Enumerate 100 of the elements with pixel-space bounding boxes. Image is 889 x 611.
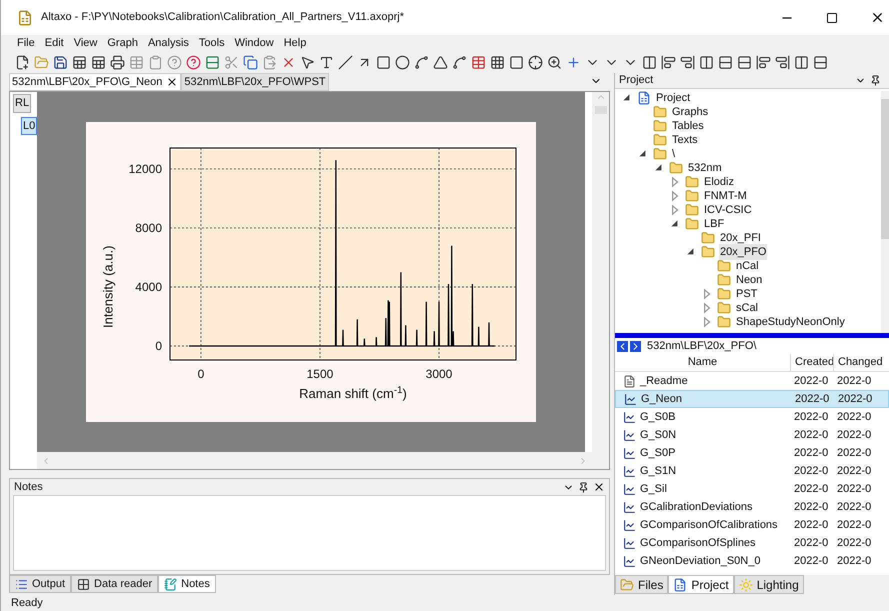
forward-icon[interactable] bbox=[630, 340, 641, 352]
frame-icon[interactable] bbox=[509, 55, 524, 70]
expand-arrow-icon[interactable] bbox=[701, 316, 713, 328]
list-row[interactable]: G_S1N 2022-0 2022-0 bbox=[615, 462, 889, 480]
maximize-icon[interactable] bbox=[826, 12, 838, 24]
layer-button[interactable]: L0 bbox=[21, 116, 38, 135]
align-icon[interactable] bbox=[718, 55, 733, 70]
new-file-icon[interactable] bbox=[15, 55, 30, 70]
menu-item[interactable]: Graph bbox=[107, 35, 138, 52]
curve-tool-icon[interactable] bbox=[414, 55, 429, 70]
pointer-icon[interactable] bbox=[300, 55, 315, 70]
column-header[interactable]: Changed bbox=[833, 354, 889, 371]
rectangle-tool-icon[interactable] bbox=[376, 55, 391, 70]
zoom-icon[interactable] bbox=[547, 55, 562, 70]
align-icon[interactable] bbox=[756, 55, 771, 70]
menu-item[interactable]: Analysis bbox=[148, 35, 189, 52]
text-tool-icon[interactable] bbox=[319, 55, 334, 70]
tree-item[interactable]: Project bbox=[655, 90, 692, 106]
align-icon[interactable] bbox=[699, 55, 714, 70]
list-row[interactable]: G_Neon 2022-0 2022-0 bbox=[615, 390, 889, 408]
close-icon[interactable] bbox=[870, 10, 885, 25]
tree-item[interactable]: Graphs bbox=[671, 104, 710, 120]
spline-tool-icon[interactable] bbox=[452, 55, 467, 70]
align-icon[interactable] bbox=[680, 55, 695, 70]
ellipse-tool-icon[interactable] bbox=[395, 55, 410, 70]
tree-item[interactable]: Tables bbox=[671, 118, 705, 134]
expand-arrow-icon[interactable] bbox=[669, 190, 681, 202]
align-icon[interactable] bbox=[794, 55, 809, 70]
menu-item[interactable]: Help bbox=[284, 35, 306, 52]
clipboard-icon[interactable] bbox=[148, 55, 163, 70]
tree-item[interactable]: \ bbox=[671, 146, 676, 162]
list-row[interactable]: _Readme 2022-0 2022-0 bbox=[615, 372, 889, 390]
table-tool-icon[interactable] bbox=[471, 55, 486, 70]
column-header[interactable]: Created bbox=[790, 354, 833, 371]
expand-arrow-icon[interactable] bbox=[701, 288, 713, 300]
menu-item[interactable]: Edit bbox=[44, 35, 64, 52]
rows-icon[interactable] bbox=[205, 55, 220, 70]
list-row[interactable]: G_Sil 2022-0 2022-0 bbox=[615, 480, 889, 498]
close-icon[interactable] bbox=[593, 481, 605, 493]
pin-icon[interactable] bbox=[870, 75, 881, 86]
tree-item[interactable]: 20x_PFI bbox=[719, 230, 762, 246]
printer-icon[interactable] bbox=[110, 55, 125, 70]
menu-item[interactable]: File bbox=[17, 35, 35, 52]
document-tab[interactable]: 532nm\LBF\20x_PFO\WPST bbox=[181, 73, 329, 91]
crosshair-icon[interactable] bbox=[528, 55, 543, 70]
tree-item[interactable]: LBF bbox=[703, 216, 726, 232]
list-row[interactable]: G_S0N 2022-0 2022-0 bbox=[615, 426, 889, 444]
help-icon[interactable] bbox=[186, 55, 201, 70]
column-header[interactable]: Name bbox=[615, 354, 790, 371]
scrollbar-thumb[interactable] bbox=[881, 99, 889, 239]
delete-icon[interactable] bbox=[281, 55, 296, 70]
tree-item[interactable]: PST bbox=[735, 286, 758, 302]
line-tool-icon[interactable] bbox=[338, 55, 353, 70]
tree-item[interactable]: Elodiz bbox=[703, 174, 735, 190]
panel-tab[interactable]: Data reader bbox=[71, 575, 158, 593]
list-row[interactable]: GComparisonOfCalibrations 2022-0 2022-0 bbox=[615, 516, 889, 534]
notes-field[interactable] bbox=[13, 495, 606, 571]
tree-item[interactable]: sCal bbox=[735, 300, 760, 316]
worksheet-icon[interactable] bbox=[72, 55, 87, 70]
list-row[interactable]: G_S0B 2022-0 2022-0 bbox=[615, 408, 889, 426]
panel-tab[interactable]: Project bbox=[668, 575, 734, 594]
copy-icon[interactable] bbox=[243, 55, 258, 70]
panel-tab[interactable]: Output bbox=[9, 575, 72, 593]
list-row[interactable]: GComparisonOfSplines 2022-0 2022-0 bbox=[615, 534, 889, 552]
vertical-scrollbar[interactable] bbox=[881, 91, 889, 333]
grid-icon[interactable] bbox=[490, 55, 505, 70]
pin-icon[interactable] bbox=[578, 482, 589, 492]
align-icon[interactable] bbox=[642, 55, 657, 70]
layer-button[interactable]: RL bbox=[13, 94, 32, 112]
polygon-tool-icon[interactable] bbox=[433, 55, 448, 70]
panel-tab[interactable]: Notes bbox=[158, 575, 216, 593]
align-icon[interactable] bbox=[737, 55, 752, 70]
tree-item[interactable]: nCal bbox=[735, 258, 760, 274]
menu-item[interactable]: Window bbox=[234, 35, 274, 52]
path-field[interactable]: 532nm\LBF\20x_PFO\ bbox=[647, 338, 756, 354]
back-icon[interactable] bbox=[617, 340, 628, 352]
menu-item[interactable]: View bbox=[74, 35, 98, 52]
list-row[interactable]: GCalibrationDeviations 2022-0 2022-0 bbox=[615, 498, 889, 516]
axes-icon[interactable] bbox=[566, 55, 581, 70]
align-icon[interactable] bbox=[661, 55, 676, 70]
align-icon[interactable] bbox=[775, 55, 790, 70]
align-icon[interactable] bbox=[813, 55, 828, 70]
panel-tab[interactable]: Lighting bbox=[734, 575, 804, 594]
tree-item[interactable]: Texts bbox=[671, 132, 699, 148]
menu-item[interactable]: Tools bbox=[198, 35, 225, 52]
worksheet-icon[interactable] bbox=[91, 55, 106, 70]
tree-item[interactable]: ICV-CSIC bbox=[703, 202, 753, 218]
list-row[interactable]: GNeonDeviation_S0N_0 2022-0 2022-0 bbox=[615, 552, 889, 570]
document-tab[interactable]: 532nm\LBF\20x_PFO\G_Neon bbox=[9, 73, 182, 91]
tree-item[interactable]: 20x_PFO bbox=[719, 244, 768, 260]
tree-item[interactable]: FNMT-M bbox=[703, 188, 748, 204]
save-icon[interactable] bbox=[53, 55, 68, 70]
tree-item[interactable]: 532nm bbox=[687, 160, 723, 176]
panel-tab[interactable]: Files bbox=[615, 575, 668, 594]
list-row[interactable]: G_S0P 2022-0 2022-0 bbox=[615, 444, 889, 462]
close-icon[interactable] bbox=[166, 76, 178, 88]
expand-arrow-icon[interactable] bbox=[701, 302, 713, 314]
tree-item[interactable]: Neon bbox=[735, 272, 764, 288]
vertical-scrollbar[interactable] bbox=[592, 92, 609, 469]
tree-item[interactable]: ShapeStudyNeonOnly bbox=[735, 314, 846, 330]
